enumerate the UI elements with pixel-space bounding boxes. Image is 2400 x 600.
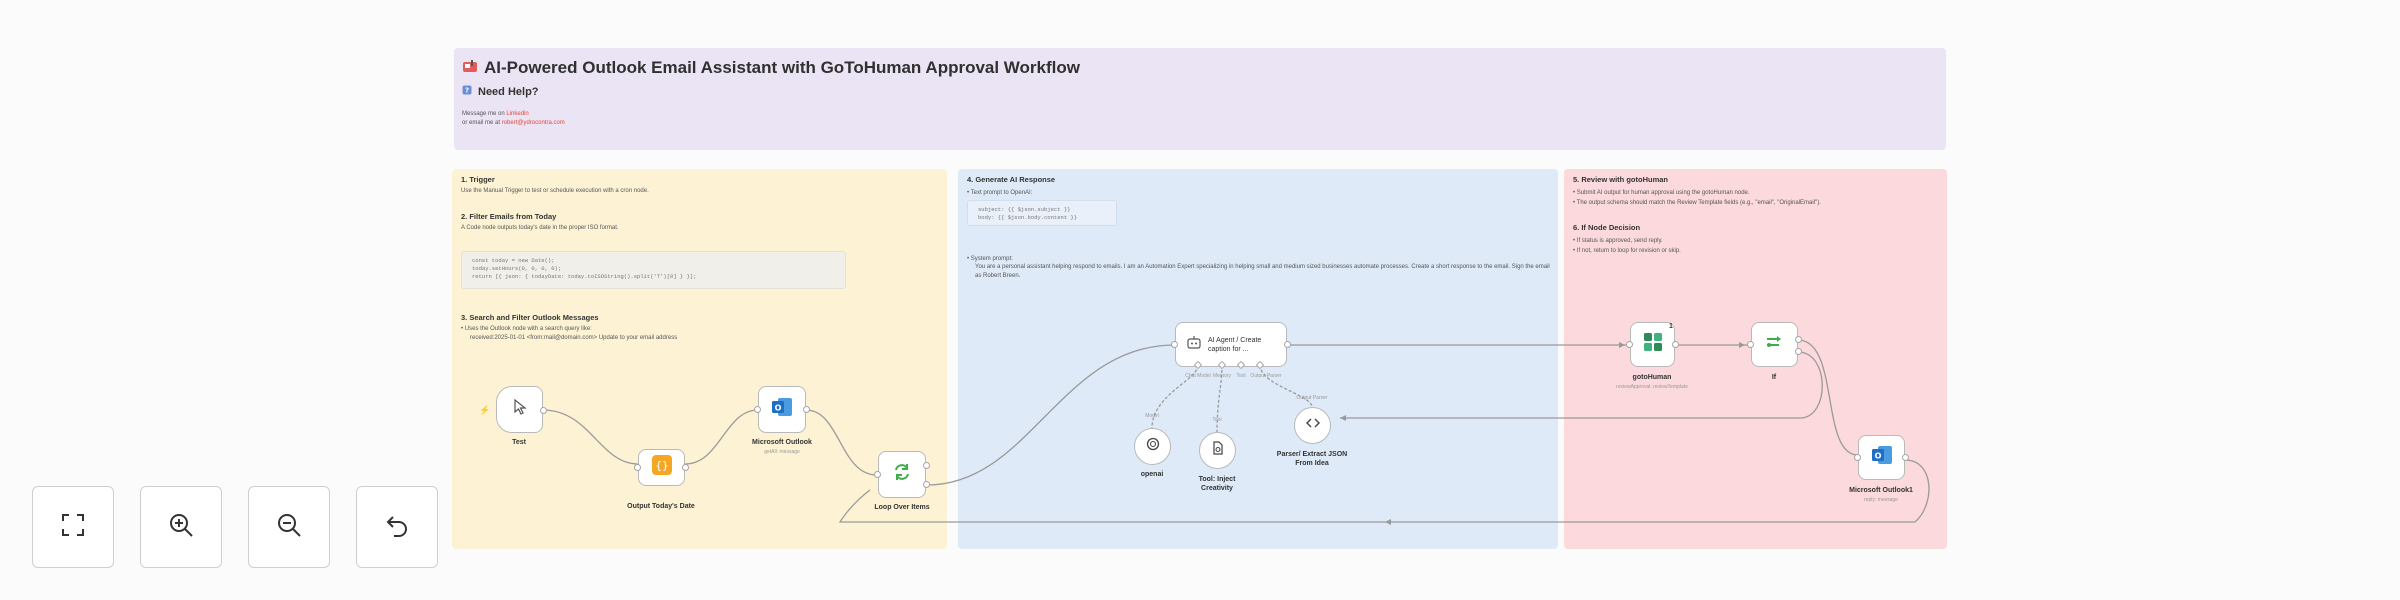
svg-text:{}: {}	[655, 459, 668, 472]
node-if-label: If	[1771, 374, 1777, 381]
cursor-icon	[511, 398, 529, 421]
node-gotohuman-label: gotoHuman	[1632, 374, 1672, 381]
node-parser-label: Parser/ Extract JSON	[1276, 451, 1348, 458]
node-outlook1-sub: reply: message	[1864, 497, 1898, 503]
port-agent-in[interactable]	[1171, 341, 1178, 348]
node-if[interactable]	[1751, 322, 1798, 367]
connection-if-reply	[1797, 339, 1859, 456]
zoom-out-button[interactable]	[248, 486, 330, 568]
port-outlook-out[interactable]	[803, 406, 810, 413]
zoom-out-icon	[275, 511, 303, 544]
agent-port-label-chat-model: Chat Model	[1185, 373, 1211, 379]
node-outlook-sub: getAll: message	[764, 449, 800, 455]
node-microsoft-outlook[interactable]: O	[758, 386, 806, 433]
tool-icon	[1210, 440, 1226, 461]
port-if-in[interactable]	[1747, 341, 1754, 348]
node-test-label: Test	[512, 439, 526, 446]
node-output-todays-date[interactable]: {}	[638, 449, 685, 486]
node-tool-label: Tool: Inject	[1198, 476, 1236, 483]
gotohuman-icon	[1642, 331, 1664, 358]
trigger-start-marker-icon: ⚡	[479, 405, 491, 415]
branch-icon	[1765, 334, 1785, 355]
port-outlook-in[interactable]	[754, 406, 761, 413]
node-loop-over-items[interactable]	[878, 451, 926, 498]
zoom-in-icon	[167, 511, 195, 544]
arrow-head	[1619, 342, 1625, 348]
port-gotohuman-in[interactable]	[1626, 341, 1633, 348]
node-gotohuman-sub: reviewApproval: reviewTemplate	[1616, 384, 1688, 390]
node-outlook-label: Microsoft Outlook	[752, 439, 812, 446]
reset-zoom-button[interactable]	[356, 486, 438, 568]
arrow-head	[1739, 342, 1745, 348]
port-if-false[interactable]	[1795, 348, 1802, 355]
connection-outlook-loop	[805, 409, 878, 476]
port-loop-out-done[interactable]	[923, 462, 930, 469]
node-loop-label: Loop Over Items	[874, 504, 930, 511]
node-tool-inject-creativity[interactable]	[1199, 432, 1236, 469]
svg-text:O: O	[1874, 452, 1881, 461]
fit-view-button[interactable]	[32, 486, 114, 568]
loop-arrows-icon	[892, 462, 912, 487]
fit-view-icon	[59, 511, 87, 544]
robot-icon	[1186, 334, 1202, 355]
port-code-out[interactable]	[682, 464, 689, 471]
agent-port-label-memory: Memory	[1212, 373, 1232, 379]
connection-loop-agent	[926, 344, 1176, 486]
node-openai-label: openai	[1140, 471, 1164, 478]
connection-loopback-main	[838, 459, 1930, 523]
agent-label-line1: AI Agent / Create	[1208, 336, 1262, 344]
node-parser-label-2: From Idea	[1295, 460, 1329, 467]
zoom-in-button[interactable]	[140, 486, 222, 568]
node-tool-label-2: Creativity	[1201, 485, 1233, 492]
port-agent-out[interactable]	[1284, 341, 1291, 348]
node-test-trigger[interactable]	[496, 386, 543, 433]
arrow-head	[1340, 415, 1346, 421]
node-openai-sub: Model	[1145, 413, 1159, 419]
port-loop-in[interactable]	[874, 471, 881, 478]
node-openai-model[interactable]	[1134, 428, 1171, 465]
agent-port-label-output-parser: Output Parser	[1250, 373, 1282, 379]
reset-zoom-icon	[383, 511, 411, 544]
agent-port-label-tool: Tool	[1236, 373, 1246, 379]
node-microsoft-outlook1[interactable]: O	[1858, 435, 1905, 480]
connection-test-code	[542, 409, 639, 465]
port-outlook1-in[interactable]	[1854, 454, 1861, 461]
port-test-out[interactable]	[540, 407, 547, 414]
node-tool-sub: Tool	[1212, 417, 1222, 423]
code-brackets-icon	[1305, 415, 1321, 436]
node-code-label: Output Today's Date	[627, 503, 695, 510]
node-ai-agent[interactable]: AI Agent / Create caption for ...	[1175, 322, 1287, 367]
port-outlook1-out[interactable]	[1902, 454, 1909, 461]
connection-if-loop-back	[1340, 351, 1823, 419]
port-loop-out-loop[interactable]	[923, 481, 930, 488]
agent-label-line2: caption for ...	[1208, 345, 1249, 353]
arrow-head	[1385, 519, 1391, 525]
port-code-in[interactable]	[634, 464, 641, 471]
outlook-icon: O	[1870, 444, 1894, 471]
connection-code-outlook	[684, 409, 759, 465]
node-outlook1-label: Microsoft Outlook1	[1849, 487, 1913, 494]
openai-icon	[1145, 436, 1161, 457]
node-parser-sub: Output Parser	[1296, 395, 1328, 401]
gotohuman-badge: 1	[1669, 323, 1673, 330]
code-braces-icon: {}	[651, 454, 673, 481]
port-gotohuman-out[interactable]	[1672, 341, 1679, 348]
port-if-true[interactable]	[1795, 336, 1802, 343]
node-ai-agent-label: AI Agent / Create caption for ...	[1208, 336, 1261, 354]
node-parser-extract-json[interactable]	[1294, 407, 1331, 444]
outlook-icon: O	[770, 396, 794, 423]
svg-text:O: O	[775, 404, 782, 413]
